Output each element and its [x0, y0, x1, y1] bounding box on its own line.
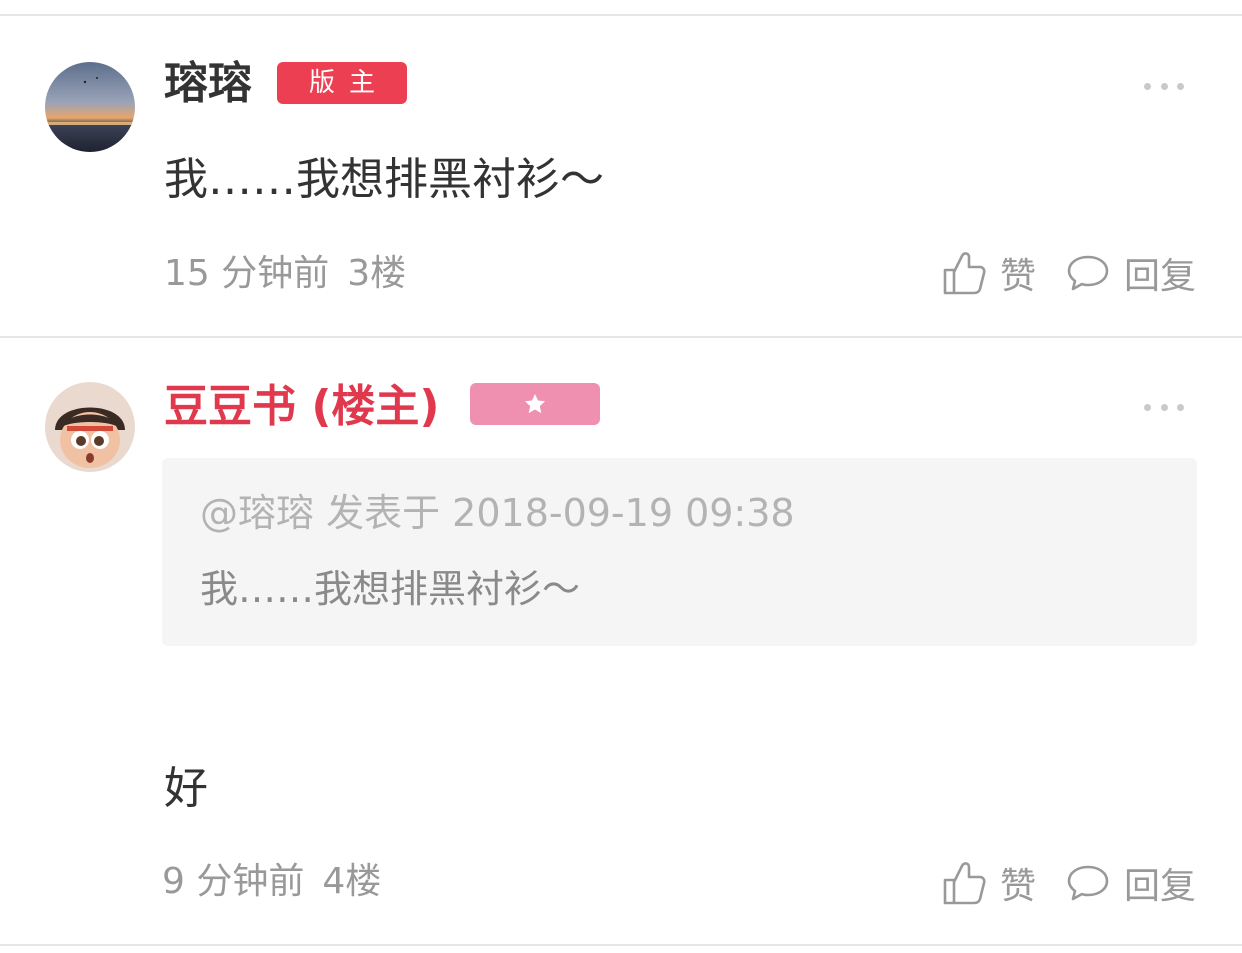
like-button[interactable]: 赞 — [942, 247, 1036, 299]
avatar[interactable] — [45, 62, 135, 152]
like-button[interactable]: 赞 — [942, 857, 1036, 909]
star-icon — [525, 394, 545, 414]
moderator-badge: 版主 — [277, 62, 407, 104]
avatar-image — [45, 62, 135, 152]
like-label: 赞 — [999, 256, 1036, 297]
quoted-reply[interactable]: @瑢瑢 发表于 2018-09-19 09:38 我……我想排黑衬衫～ — [162, 458, 1197, 646]
author-name[interactable]: 瑢瑢 — [164, 58, 252, 110]
quote-body: 我……我想排黑衬衫～ — [200, 567, 581, 611]
comment-meta: 9 分钟前 4楼 — [162, 860, 381, 904]
comment-time: 15 分钟前 — [164, 253, 330, 294]
more-options-button[interactable] — [1144, 81, 1184, 91]
speech-bubble-icon — [1067, 255, 1109, 291]
more-dot — [1177, 82, 1184, 90]
avatar-image — [45, 382, 135, 472]
more-dot — [1160, 82, 1168, 90]
quote-header: @瑢瑢 发表于 2018-09-19 09:38 — [200, 491, 795, 535]
comment-actions: 赞 回复 — [912, 858, 1196, 908]
reply-label: 回复 — [1123, 256, 1196, 297]
thumbs-up-icon — [943, 862, 986, 905]
more-dot — [1177, 403, 1184, 411]
reply-button[interactable]: 回复 — [1066, 247, 1196, 299]
like-label: 赞 — [999, 866, 1036, 907]
author-name[interactable]: 豆豆书 (楼主) — [164, 381, 440, 433]
comment-time: 9 分钟前 — [162, 861, 305, 902]
floor-number: 3楼 — [347, 253, 407, 294]
more-dot — [1144, 82, 1151, 90]
comment-floor-3: 瑢瑢 版主 我……我想排黑衬衫～ 15 分钟前 3楼 赞 回复 — [0, 0, 1242, 336]
comment-content: 我……我想排黑衬衫～ — [164, 154, 604, 205]
more-dot — [1144, 403, 1151, 411]
comment-meta: 15 分钟前 3楼 — [164, 252, 406, 296]
bottom-divider — [0, 944, 1242, 946]
more-options-button[interactable] — [1144, 402, 1184, 412]
avatar[interactable] — [45, 382, 135, 472]
floor-number: 4楼 — [322, 861, 382, 902]
comment-actions: 赞 回复 — [912, 248, 1196, 298]
reply-button[interactable]: 回复 — [1066, 857, 1196, 909]
more-dot — [1160, 403, 1168, 411]
speech-bubble-icon — [1067, 865, 1109, 901]
reply-label: 回复 — [1123, 866, 1196, 907]
comment-content: 好 — [164, 763, 208, 814]
thumbs-up-icon — [943, 252, 986, 295]
comment-floor-4: 豆豆书 (楼主) @瑢瑢 发表于 2018-09-19 09:38 我……我想排… — [0, 338, 1242, 944]
star-badge — [470, 383, 600, 425]
